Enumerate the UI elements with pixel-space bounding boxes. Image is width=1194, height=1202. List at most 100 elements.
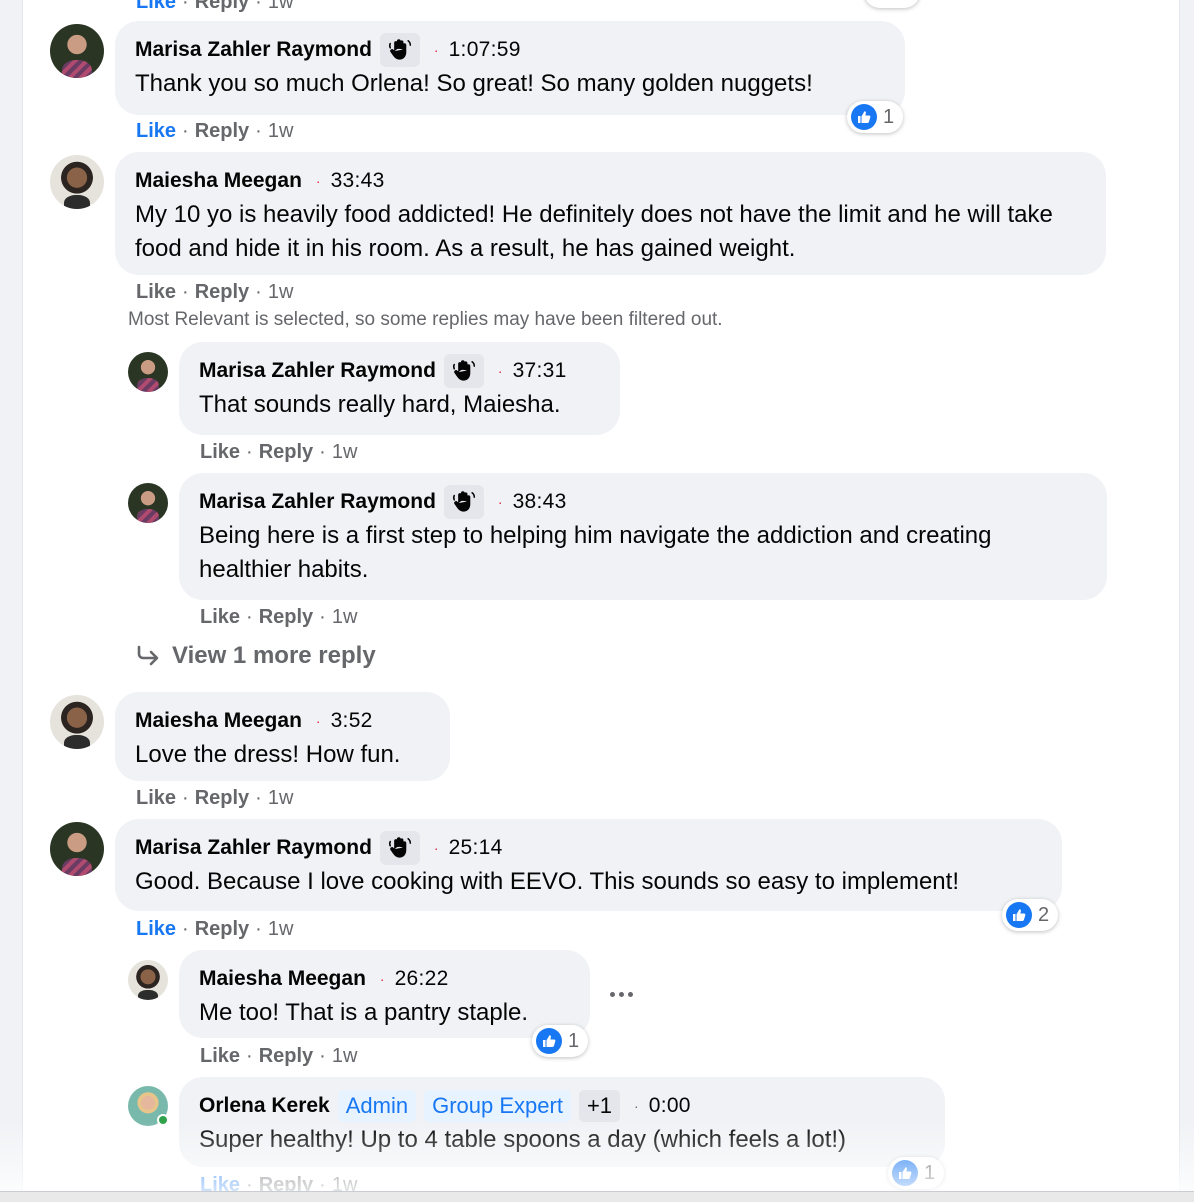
view-more-replies-link[interactable]: View 1 more reply [136, 642, 376, 670]
comment-actions: Like · Reply · 1w [136, 787, 294, 809]
video-timestamp[interactable]: 26:22 [395, 967, 449, 991]
comment-age: 1w [331, 606, 358, 628]
video-timestamp[interactable]: 0:00 [649, 1094, 691, 1118]
separator-dot: · [433, 840, 439, 856]
comment-text: My 10 yo is heavily food addicted! He de… [135, 201, 1053, 262]
thumbs-up-icon [1006, 902, 1032, 928]
thumbs-up-icon [892, 1160, 918, 1186]
comment-bubble: Maiesha Meegan · 33:43 My 10 yo is heavi… [115, 152, 1106, 275]
author-name[interactable]: Marisa Zahler Raymond [199, 359, 436, 383]
avatar[interactable] [128, 1086, 169, 1126]
filter-notice: Most Relevant is selected, so some repli… [128, 309, 723, 330]
comment-age: 1w [267, 787, 294, 809]
comment-age: 1w [331, 441, 358, 463]
author-name[interactable]: Marisa Zahler Raymond [135, 836, 372, 860]
separator-dot: · [634, 1098, 639, 1114]
separator-dot: · [315, 713, 321, 729]
reply-link[interactable]: Reply [195, 918, 249, 940]
author-name[interactable]: Marisa Zahler Raymond [199, 490, 436, 514]
reaction-count[interactable]: 1 [888, 1157, 944, 1189]
avatar[interactable] [50, 695, 104, 749]
reaction-count[interactable]: 1 [847, 101, 903, 133]
comment-age: 1w [267, 918, 294, 940]
reply-link[interactable]: Reply [195, 281, 249, 303]
comment-age: 1w [267, 120, 294, 142]
hand-wave-icon[interactable] [443, 354, 484, 388]
like-link[interactable]: Like [200, 1045, 240, 1067]
reply-link[interactable]: Reply [259, 606, 313, 628]
comment-age: 1w [267, 281, 294, 303]
comment-bubble: Marisa Zahler Raymond · 1:07:59 Thank yo… [115, 21, 905, 115]
like-link[interactable]: Like [136, 0, 176, 13]
like-link[interactable]: Like [136, 281, 176, 303]
like-link[interactable]: Like [136, 120, 176, 142]
comment-text: That sounds really hard, Maiesha. [199, 391, 561, 418]
hand-wave-icon[interactable] [379, 33, 420, 67]
more-badges-count[interactable]: +1 [578, 1090, 621, 1122]
hand-wave-icon[interactable] [443, 485, 484, 519]
separator-dot: · [497, 363, 503, 379]
separator-dot: · [315, 173, 321, 189]
comment-text: Super healthy! Up to 4 table spoons a da… [199, 1126, 847, 1153]
avatar[interactable] [50, 24, 104, 78]
video-timestamp[interactable]: 1:07:59 [449, 38, 521, 62]
hand-wave-icon[interactable] [379, 831, 420, 865]
thumbs-up-icon [851, 104, 877, 130]
reply-link[interactable]: Reply [195, 787, 249, 809]
video-timestamp[interactable]: 33:43 [331, 169, 385, 193]
comment-bubble: Maiesha Meegan · 3:52 Love the dress! Ho… [115, 692, 450, 781]
reply-link[interactable]: Reply [195, 0, 249, 13]
comment-text: Being here is a first step to helping hi… [199, 522, 992, 583]
comment-age: 1w [331, 1045, 358, 1067]
reaction-number: 1 [568, 1029, 580, 1052]
author-name[interactable]: Maiesha Meegan [135, 709, 302, 733]
reply-link[interactable]: Reply [259, 441, 313, 463]
author-name[interactable]: Maiesha Meegan [135, 169, 302, 193]
separator-dot: · [433, 42, 439, 58]
comment-actions: Like · Reply · 1w [136, 281, 294, 303]
thumbs-up-icon [536, 1028, 562, 1054]
comment-actions: Like · Reply · 1w [136, 918, 294, 940]
reaction-number: 1 [883, 105, 895, 128]
author-name[interactable]: Maiesha Meegan [199, 967, 366, 991]
reply-bubble: Marisa Zahler Raymond · 38:43 Being here… [179, 473, 1107, 600]
online-status-indicator [157, 1114, 169, 1126]
comment-text: Thank you so much Orlena! So great! So m… [135, 70, 813, 97]
like-link[interactable]: Like [136, 918, 176, 940]
reply-bubble: Maiesha Meegan · 26:22 Me too! That is a… [179, 950, 590, 1038]
video-timestamp[interactable]: 37:31 [513, 359, 567, 383]
avatar[interactable] [128, 483, 168, 523]
video-timestamp[interactable]: 38:43 [513, 490, 567, 514]
video-timestamp[interactable]: 3:52 [331, 709, 373, 733]
left-panel-edge [0, 0, 23, 1202]
author-name[interactable]: Marisa Zahler Raymond [135, 38, 372, 62]
view-more-label: View 1 more reply [172, 642, 376, 669]
more-options-icon[interactable] [604, 982, 638, 1006]
like-link[interactable]: Like [136, 787, 176, 809]
author-name[interactable]: Orlena Kerek [199, 1094, 330, 1118]
right-panel-edge [1179, 0, 1194, 1202]
comment-actions-previous: Like · Reply · 1w [136, 0, 293, 14]
comment-text: Love the dress! How fun. [135, 741, 401, 768]
comment-bubble: Marisa Zahler Raymond · 25:14 Good. Beca… [115, 819, 1062, 911]
reaction-number: 2 [1038, 903, 1050, 926]
video-timestamp[interactable]: 25:14 [449, 836, 503, 860]
reaction-count[interactable]: 1 [532, 1025, 588, 1057]
avatar[interactable] [50, 155, 104, 209]
admin-badge[interactable]: Admin [337, 1090, 417, 1122]
reaction-count[interactable]: 2 [1002, 899, 1058, 931]
separator-dot: · [379, 971, 385, 987]
avatar[interactable] [128, 352, 168, 392]
comment-age: 1w [267, 0, 294, 13]
like-link[interactable]: Like [200, 441, 240, 463]
avatar[interactable] [50, 822, 104, 876]
reaction-count-previous[interactable] [864, 0, 920, 8]
comment-text: Me too! That is a pantry staple. [199, 999, 529, 1026]
group-expert-badge[interactable]: Group Expert [424, 1090, 571, 1122]
reply-actions: Like · Reply · 1w [200, 441, 358, 463]
reaction-number: 1 [924, 1161, 936, 1184]
reply-link[interactable]: Reply [259, 1045, 313, 1067]
reply-link[interactable]: Reply [195, 120, 249, 142]
like-link[interactable]: Like [200, 606, 240, 628]
avatar[interactable] [128, 960, 168, 1000]
